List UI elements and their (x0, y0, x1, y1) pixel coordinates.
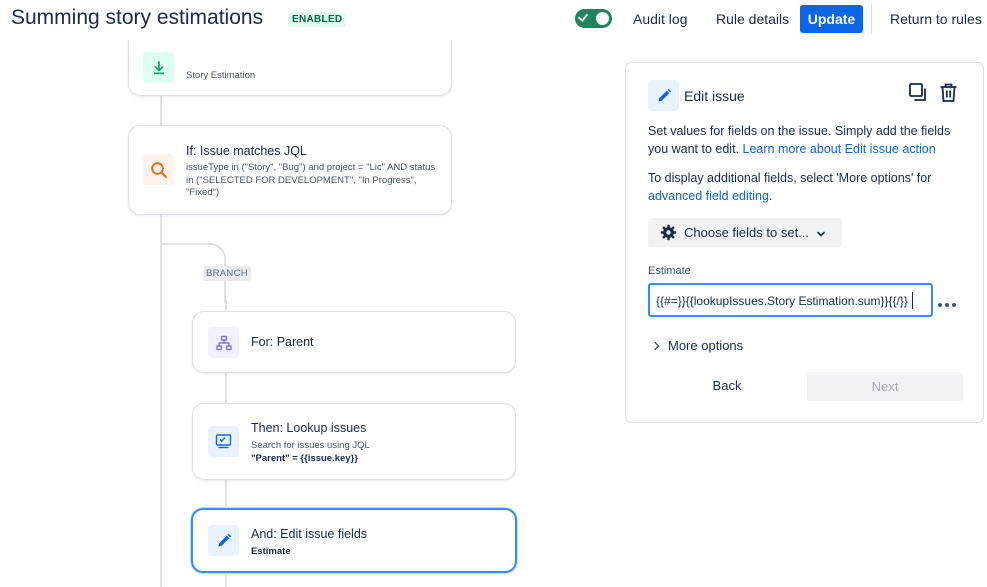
edit-issue-card[interactable]: And: Edit issue fields Estimate (191, 508, 517, 573)
lookup-subtitle: Search for issues using JQL (251, 440, 370, 451)
audit-log-button[interactable]: Audit log (633, 6, 687, 32)
lookup-jql: "Parent" = {{issue.key}} (251, 453, 358, 466)
gear-icon (660, 224, 677, 246)
panel-description: Set values for fields on the issue. Simp… (648, 122, 968, 158)
edit-subtitle: Estimate (251, 546, 291, 557)
search-icon (143, 154, 174, 185)
pencil-icon (648, 80, 679, 111)
trigger-card[interactable]: Story Estimation (128, 40, 452, 96)
download-icon (143, 52, 174, 83)
connector-line (160, 95, 162, 125)
connector-line (225, 372, 227, 404)
lookup-title: Then: Lookup issues (251, 421, 367, 435)
advanced-field-editing-link[interactable]: advanced field editing (648, 189, 769, 203)
more-options-toggle[interactable]: More options (650, 338, 744, 353)
toggle-knob (596, 12, 609, 25)
choose-fields-label: Choose fields to set... (684, 225, 810, 240)
estimate-field-label: Estimate (648, 265, 691, 277)
status-badge: ENABLED (288, 12, 347, 27)
top-bar: Summing story estimations ENABLED Audit … (0, 0, 987, 40)
rule-flow-canvas: Story Estimation If: Issue matches JQL i… (0, 40, 610, 587)
panel-advanced-hint: To display additional fields, select 'Mo… (648, 169, 968, 205)
condition-title: If: Issue matches JQL (186, 144, 307, 158)
page-title: Summing story estimations (11, 6, 264, 29)
header-divider (871, 4, 872, 34)
rule-details-button[interactable]: Rule details (716, 6, 789, 32)
more-icon[interactable] (937, 295, 957, 313)
more-options-label: More options (668, 338, 744, 353)
estimate-field-value: {{#=}}{{lookupIssues.Story Estimation.su… (656, 294, 908, 308)
branch-for-card[interactable]: For: Parent (192, 311, 516, 373)
learn-more-link[interactable]: Learn more about Edit issue action (743, 142, 936, 156)
check-icon (577, 11, 589, 22)
monitor-list-icon (208, 426, 239, 457)
chevron-down-icon (816, 226, 826, 244)
trigger-title (186, 40, 446, 46)
choose-fields-button[interactable]: Choose fields to set... (648, 218, 842, 247)
edit-issue-panel: Edit issue Set values for fields on the … (625, 62, 984, 423)
lookup-jql-key: "Parent" (251, 453, 290, 464)
condition-jql: issueType in ("Story", "Bug") and projec… (186, 162, 436, 198)
condition-card[interactable]: If: Issue matches JQL issueType in ("Sto… (128, 125, 452, 215)
branch-for-title: For: Parent (251, 335, 314, 349)
update-button[interactable]: Update (800, 5, 863, 33)
advanced-hint-text: To display additional fields, select 'Mo… (648, 171, 932, 185)
pencil-icon (208, 525, 239, 556)
estimate-field-input[interactable]: {{#=}}{{lookupIssues.Story Estimation.su… (648, 283, 933, 317)
lookup-issues-card[interactable]: Then: Lookup issues Search for issues us… (192, 403, 516, 480)
return-to-rules-button[interactable]: Return to rules (890, 6, 982, 32)
panel-title: Edit issue (684, 88, 745, 104)
rule-enabled-toggle[interactable] (575, 9, 612, 28)
back-button[interactable]: Back (668, 372, 786, 400)
chevron-right-icon (650, 341, 660, 351)
connector-line (225, 572, 227, 587)
advanced-hint-end: . (768, 189, 773, 203)
trash-icon[interactable] (938, 82, 959, 108)
hierarchy-icon (208, 327, 239, 358)
trigger-subtitle: Story Estimation (186, 70, 256, 81)
branch-label: BRANCH (203, 266, 251, 281)
connector-line (225, 479, 227, 510)
lookup-jql-rest: = {{issue.key}} (289, 453, 358, 464)
text-cursor (912, 292, 913, 309)
edit-title: And: Edit issue fields (251, 527, 368, 541)
copy-icon[interactable] (908, 82, 929, 108)
next-button[interactable]: Next (807, 372, 963, 401)
